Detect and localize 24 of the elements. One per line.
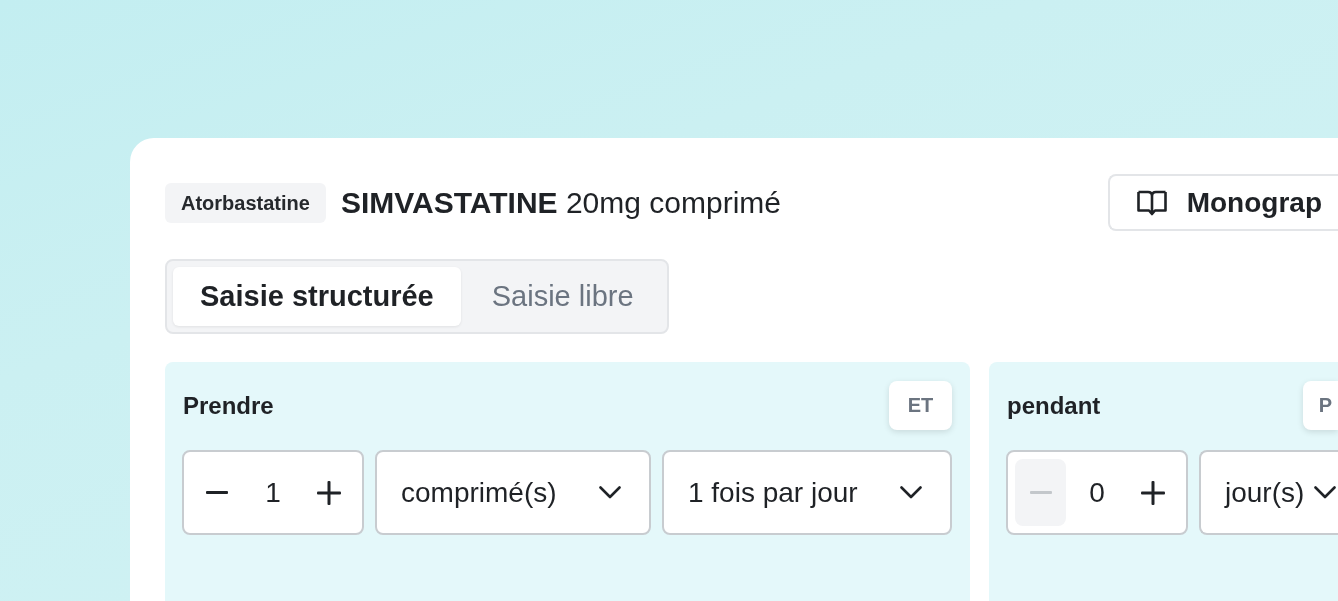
dropdown-select[interactable]: comprimé(s) [375, 450, 651, 535]
stepper-value: 0 [1089, 476, 1105, 509]
minus-icon [1029, 491, 1052, 494]
plus-icon [317, 480, 342, 505]
connector-button[interactable]: ET [889, 381, 952, 430]
monograph-button[interactable]: Monograp [1107, 174, 1338, 231]
panel-title: pendant [1007, 391, 1101, 420]
minus-icon [205, 491, 228, 494]
mode-tab[interactable]: Saisie structurée [173, 267, 461, 326]
book-icon [1136, 189, 1167, 216]
drug-title: SIMVASTATINE 20mg comprimé [340, 185, 781, 220]
number-stepper[interactable]: 1 [182, 450, 364, 535]
plus-icon [1141, 480, 1166, 505]
chevron-down-icon [900, 486, 922, 499]
dropdown-select[interactable]: 1 fois par jour [661, 450, 952, 535]
chevron-down-icon [1314, 486, 1337, 499]
number-stepper[interactable]: 0 [1006, 450, 1188, 535]
dropdown-select[interactable]: jour(s) [1199, 450, 1338, 535]
mode-tab[interactable]: Saisie libre [464, 267, 661, 326]
chevron-down-icon [598, 486, 621, 499]
drug-tag: Atorbastatine [165, 182, 326, 223]
stepper-value: 1 [265, 476, 281, 509]
panel-title: Prendre [183, 391, 274, 420]
connector-button[interactable]: P [1302, 381, 1338, 430]
